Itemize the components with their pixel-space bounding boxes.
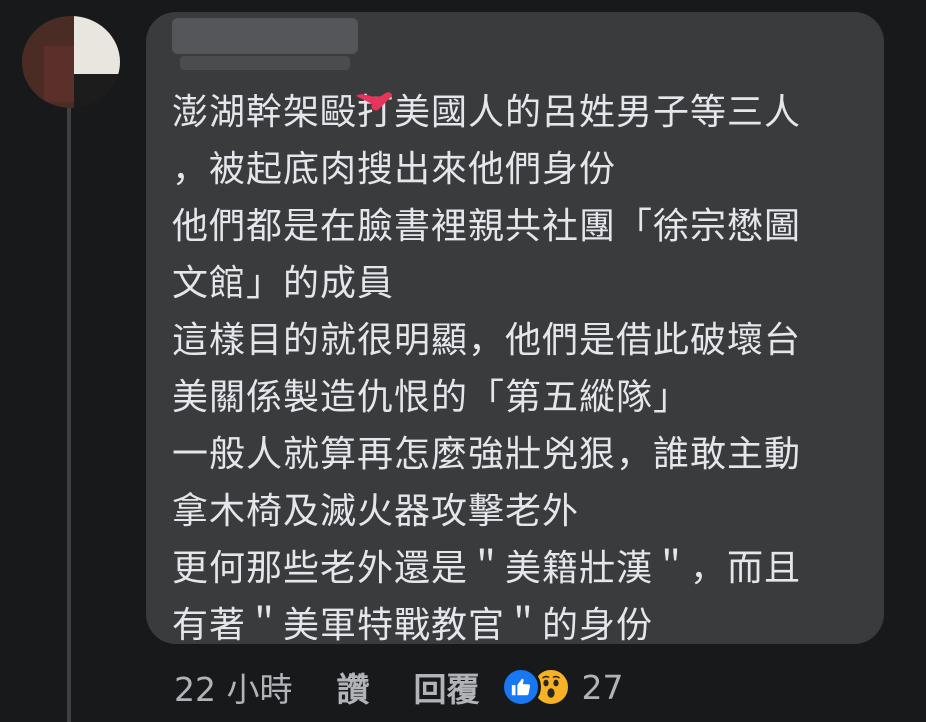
comment-line: 美關係製造仇恨的「第五縱隊」 xyxy=(172,377,691,418)
comment-body: 澎湖幹架毆打美國人的呂姓男子等三人 ，被起底肉搜出來他們身份 他們都是在臉書裡親… xyxy=(172,84,872,654)
like-icon xyxy=(501,667,542,707)
comment-line: 文館」的成員 xyxy=(172,263,395,304)
thread-line xyxy=(67,108,71,722)
comment-line: 有著＂美軍特戰教官＂的身份 xyxy=(172,605,654,646)
comment-thread: 澎湖幹架毆打美國人的呂姓男子等三人 ，被起底肉搜出來他們身份 他們都是在臉書裡親… xyxy=(0,0,926,722)
redacted-name-underline xyxy=(180,56,350,70)
comment-line: 這樣目的就很明顯，他們是借此破壞台 xyxy=(172,320,802,361)
like-button[interactable]: 讚 xyxy=(336,663,369,711)
comment-line: 一般人就算再怎麼強壯兇狠，誰敢主動 xyxy=(172,434,802,475)
comment-line: 他們都是在臉書裡親共社團「徐宗懋圖 xyxy=(172,206,802,247)
red-scribble-mark xyxy=(356,92,392,111)
comment-line: 拿木椅及滅火器攻擊老外 xyxy=(172,491,580,532)
comment-actions: 22 小時 讚 回覆 27 xyxy=(174,664,623,710)
reaction-count: 27 xyxy=(581,667,624,707)
redacted-commenter-name[interactable] xyxy=(172,18,358,54)
comment-line: 更何那些老外還是＂美籍壯漢＂，而且 xyxy=(172,548,802,589)
comment-line: ，被起底肉搜出來他們身份 xyxy=(172,149,617,190)
reply-button[interactable]: 回覆 xyxy=(413,663,479,711)
reaction-summary[interactable]: 27 xyxy=(501,667,623,707)
avatar[interactable] xyxy=(22,16,120,108)
comment-line: 澎湖幹架毆打美國人的呂姓男子等三人 xyxy=(172,92,802,133)
timestamp[interactable]: 22 小時 xyxy=(174,663,292,711)
